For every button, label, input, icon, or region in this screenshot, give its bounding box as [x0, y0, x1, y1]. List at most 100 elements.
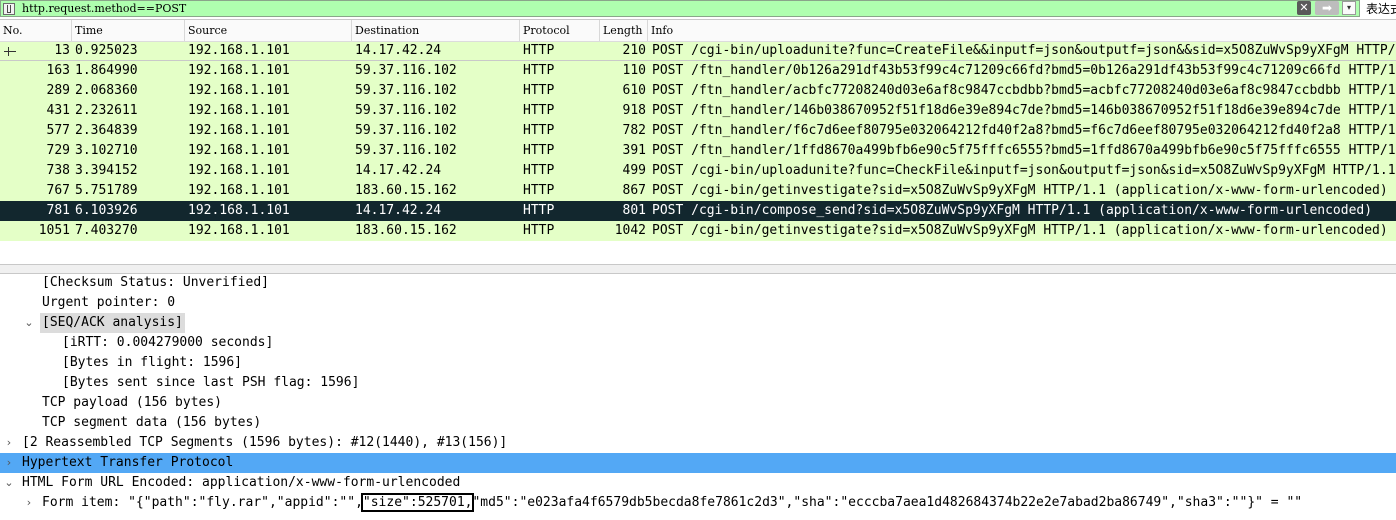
packet-row-selected[interactable]: 781 6.103926 192.168.1.101 14.17.42.24 H…	[0, 201, 1396, 221]
detail-text: TCP payload (156 bytes)	[42, 395, 223, 410]
packet-row[interactable]: 577 2.364839 192.168.1.101 59.37.116.102…	[0, 121, 1396, 141]
packet-time: 5.751789	[75, 183, 138, 198]
collapsed-chevron-icon[interactable]: ›	[23, 493, 35, 513]
packet-info: POST /cgi-bin/getinvestigate?sid=x5O8ZuW…	[652, 183, 1388, 198]
packet-source: 192.168.1.101	[188, 143, 290, 158]
packet-protocol: HTTP	[523, 183, 555, 198]
packet-protocol: HTTP	[523, 163, 555, 178]
detail-html-form-urlencoded[interactable]: ⌄ HTML Form URL Encoded: application/x-w…	[0, 473, 1396, 493]
packet-info: POST /cgi-bin/uploadunite?func=CheckFile…	[652, 163, 1396, 178]
detail-text: [Bytes sent since last PSH flag: 1596]	[62, 375, 360, 390]
form-item-suffix: "md5":"e023afa4f6579db5becda8fe7861c2d3"…	[472, 495, 1303, 510]
packet-source: 192.168.1.101	[188, 83, 290, 98]
detail-urgent-pointer[interactable]: Urgent pointer: 0	[0, 293, 1396, 313]
packet-source: 192.168.1.101	[188, 63, 290, 78]
detail-tcp-segment-data[interactable]: TCP segment data (156 bytes)	[0, 413, 1396, 433]
packet-row[interactable]: 163 1.864990 192.168.1.101 59.37.116.102…	[0, 61, 1396, 81]
form-item-prefix: Form item: "{"path":"fly.rar","appid":""…	[42, 495, 363, 510]
detail-reassembled-segments[interactable]: › [2 Reassembled TCP Segments (1596 byte…	[0, 433, 1396, 453]
packet-row[interactable]: 13 0.925023 192.168.1.101 14.17.42.24 HT…	[0, 41, 1396, 61]
detail-text: HTML Form URL Encoded: application/x-www…	[22, 475, 461, 490]
filter-expression-text[interactable]: http.request.method==POST	[22, 2, 186, 16]
expanded-chevron-icon[interactable]: ⌄	[23, 313, 35, 333]
column-header-source[interactable]: Source	[185, 20, 352, 41]
collapsed-chevron-icon[interactable]: ›	[3, 453, 15, 473]
packet-source: 192.168.1.101	[188, 123, 290, 138]
collapsed-chevron-icon[interactable]: ›	[3, 433, 15, 453]
expression-button[interactable]: 表达式…	[1366, 1, 1396, 17]
detail-http-protocol[interactable]: › Hypertext Transfer Protocol	[0, 453, 1396, 473]
packet-length: 1042	[614, 223, 646, 238]
form-item-line: Form item: "{"path":"fly.rar","appid":""…	[42, 493, 1302, 513]
packet-no: 767	[46, 183, 70, 198]
packet-length: 210	[622, 43, 646, 58]
detail-irtt[interactable]: [iRTT: 0.004279000 seconds]	[0, 333, 1396, 353]
packet-length: 801	[622, 203, 646, 218]
packet-info: POST /cgi-bin/uploadunite?func=CreateFil…	[652, 43, 1396, 58]
packet-info: POST /ftn_handler/f6c7d6eef80795e0320642…	[652, 123, 1396, 138]
packet-row[interactable]: 431 2.232611 192.168.1.101 59.37.116.102…	[0, 101, 1396, 121]
packet-no: 729	[46, 143, 70, 158]
detail-bytes-in-flight[interactable]: [Bytes in flight: 1596]	[0, 353, 1396, 373]
packet-no: 13	[54, 43, 70, 58]
packet-row[interactable]: 289 2.068360 192.168.1.101 59.37.116.102…	[0, 81, 1396, 101]
column-header-info[interactable]: Info	[648, 20, 1396, 41]
packet-length: 610	[622, 83, 646, 98]
packet-destination: 14.17.42.24	[355, 43, 442, 58]
packet-info: POST /cgi-bin/compose_send?sid=x5O8ZuWvS…	[652, 203, 1373, 218]
packet-time: 2.364839	[75, 123, 138, 138]
packet-info: POST /ftn_handler/acbfc77208240d03e6af8c…	[652, 83, 1396, 98]
packet-source: 192.168.1.101	[188, 223, 290, 238]
packet-info: POST /ftn_handler/0b126a291df43b53f99c4c…	[652, 63, 1396, 78]
packet-destination: 183.60.15.162	[355, 183, 457, 198]
detail-text: [2 Reassembled TCP Segments (1596 bytes)…	[22, 435, 508, 450]
packet-no: 431	[46, 103, 70, 118]
packet-time: 0.925023	[75, 43, 138, 58]
detail-seq-ack-analysis[interactable]: ⌄ [SEQ/ACK analysis]	[0, 313, 1396, 333]
packet-info: POST /ftn_handler/146b038670952f51f18d6e…	[652, 103, 1396, 118]
packet-destination: 59.37.116.102	[355, 83, 457, 98]
detail-tcp-payload[interactable]: TCP payload (156 bytes)	[0, 393, 1396, 413]
packet-no: 163	[46, 63, 70, 78]
clear-filter-icon[interactable]: ✕	[1297, 1, 1311, 15]
packet-row[interactable]: 1051 7.403270 192.168.1.101 183.60.15.16…	[0, 221, 1396, 241]
packet-length: 918	[622, 103, 646, 118]
packet-no: 738	[46, 163, 70, 178]
apply-filter-icon[interactable]: ➡	[1315, 1, 1339, 15]
packet-length: 110	[622, 63, 646, 78]
packet-protocol: HTTP	[523, 223, 555, 238]
detail-text: [Bytes in flight: 1596]	[62, 355, 243, 370]
packet-destination: 59.37.116.102	[355, 103, 457, 118]
display-filter-input[interactable]: http.request.method==POST	[0, 0, 1360, 17]
expanded-chevron-icon[interactable]: ⌄	[3, 473, 15, 493]
packet-time: 3.102710	[75, 143, 138, 158]
packet-row[interactable]: 729 3.102710 192.168.1.101 59.37.116.102…	[0, 141, 1396, 161]
packet-length: 867	[622, 183, 646, 198]
packet-protocol: HTTP	[523, 83, 555, 98]
column-header-no[interactable]: No.	[0, 20, 72, 41]
packet-protocol: HTTP	[523, 123, 555, 138]
packet-destination: 14.17.42.24	[355, 163, 442, 178]
packet-destination: 183.60.15.162	[355, 223, 457, 238]
packet-protocol: HTTP	[523, 143, 555, 158]
packet-length: 782	[622, 123, 646, 138]
detail-form-item[interactable]: › Form item: "{"path":"fly.rar","appid":…	[0, 493, 1396, 513]
packet-protocol: HTTP	[523, 63, 555, 78]
form-item-size-highlight: "size":525701,	[360, 493, 475, 512]
packet-row[interactable]: 738 3.394152 192.168.1.101 14.17.42.24 H…	[0, 161, 1396, 181]
packet-protocol: HTTP	[523, 43, 555, 58]
filter-history-dropdown-icon[interactable]: ▾	[1342, 1, 1356, 15]
packet-source: 192.168.1.101	[188, 163, 290, 178]
detail-checksum-status[interactable]: [Checksum Status: Unverified]	[0, 273, 1396, 293]
column-header-protocol[interactable]: Protocol	[520, 20, 600, 41]
packet-no: 1051	[38, 223, 70, 238]
bookmark-icon[interactable]	[3, 3, 15, 15]
column-header-time[interactable]: Time	[72, 20, 185, 41]
packet-row[interactable]: 767 5.751789 192.168.1.101 183.60.15.162…	[0, 181, 1396, 201]
column-header-destination[interactable]: Destination	[352, 20, 520, 41]
detail-text: [Checksum Status: Unverified]	[42, 275, 269, 290]
packet-time: 1.864990	[75, 63, 138, 78]
column-header-length[interactable]: Length	[600, 20, 648, 41]
detail-text: [SEQ/ACK analysis]	[40, 313, 185, 333]
detail-bytes-since-psh[interactable]: [Bytes sent since last PSH flag: 1596]	[0, 373, 1396, 393]
